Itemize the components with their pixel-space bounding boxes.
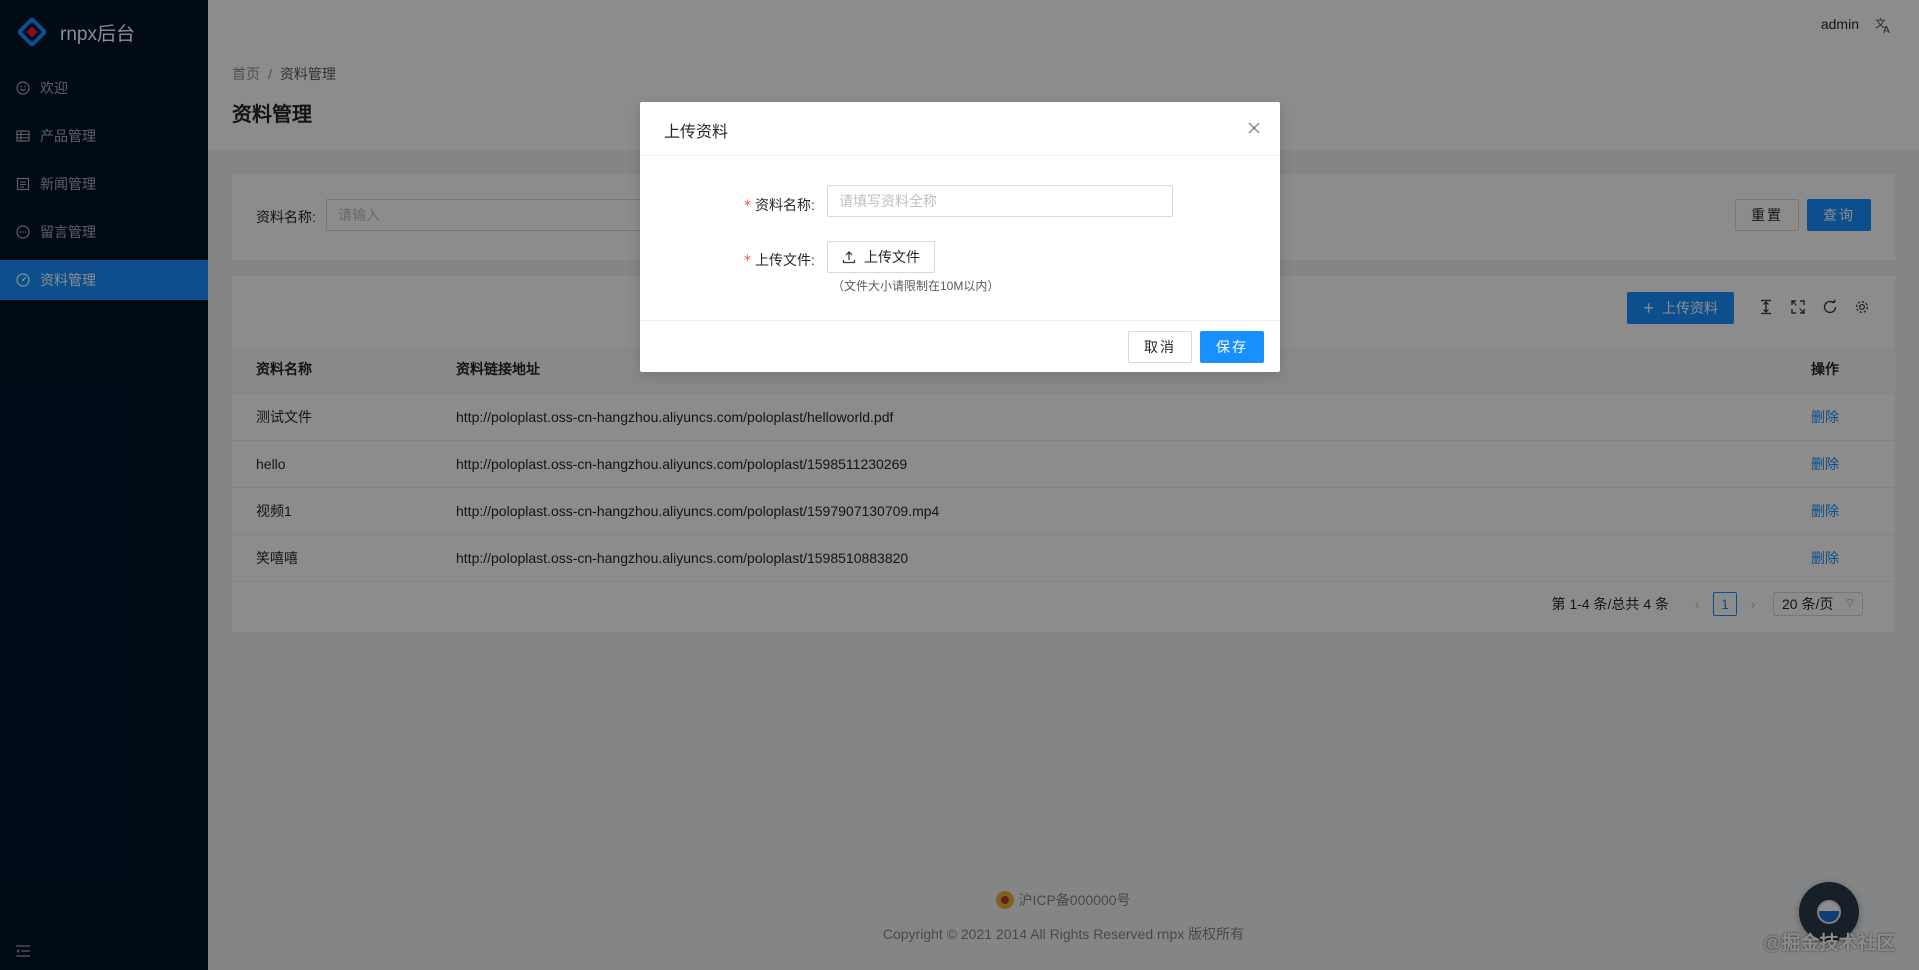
close-icon[interactable]	[1246, 120, 1262, 136]
upload-icon	[842, 250, 856, 264]
save-button[interactable]: 保存	[1200, 331, 1264, 363]
required-mark: *	[744, 253, 751, 269]
upload-file-button[interactable]: 上传文件	[827, 241, 935, 273]
material-name-input[interactable]	[827, 185, 1173, 217]
required-mark: *	[744, 198, 751, 214]
modal-body: *资料名称: *上传文件: 上传文件 （文件大小请限制在10M以内）	[640, 156, 1280, 321]
material-name-label-text: 资料名称	[755, 197, 811, 213]
modal-header: 上传资料	[640, 102, 1280, 156]
upload-file-label-text: 上传文件	[755, 252, 811, 268]
modal-title: 上传资料	[664, 124, 729, 141]
upload-hint: （文件大小请限制在10M以内）	[832, 279, 1000, 293]
upload-modal: 上传资料 *资料名称: *上传文件: 上传文件 （文件大小请限制在10M以内） …	[640, 102, 1280, 372]
upload-file-label: * 上传文件:	[744, 252, 815, 269]
material-name-label: * 资料名称:	[744, 197, 815, 214]
cancel-button[interactable]: 取消	[1128, 331, 1192, 363]
modal-footer: 取消 保存	[640, 320, 1280, 372]
upload-file-button-label: 上传文件	[864, 249, 920, 265]
